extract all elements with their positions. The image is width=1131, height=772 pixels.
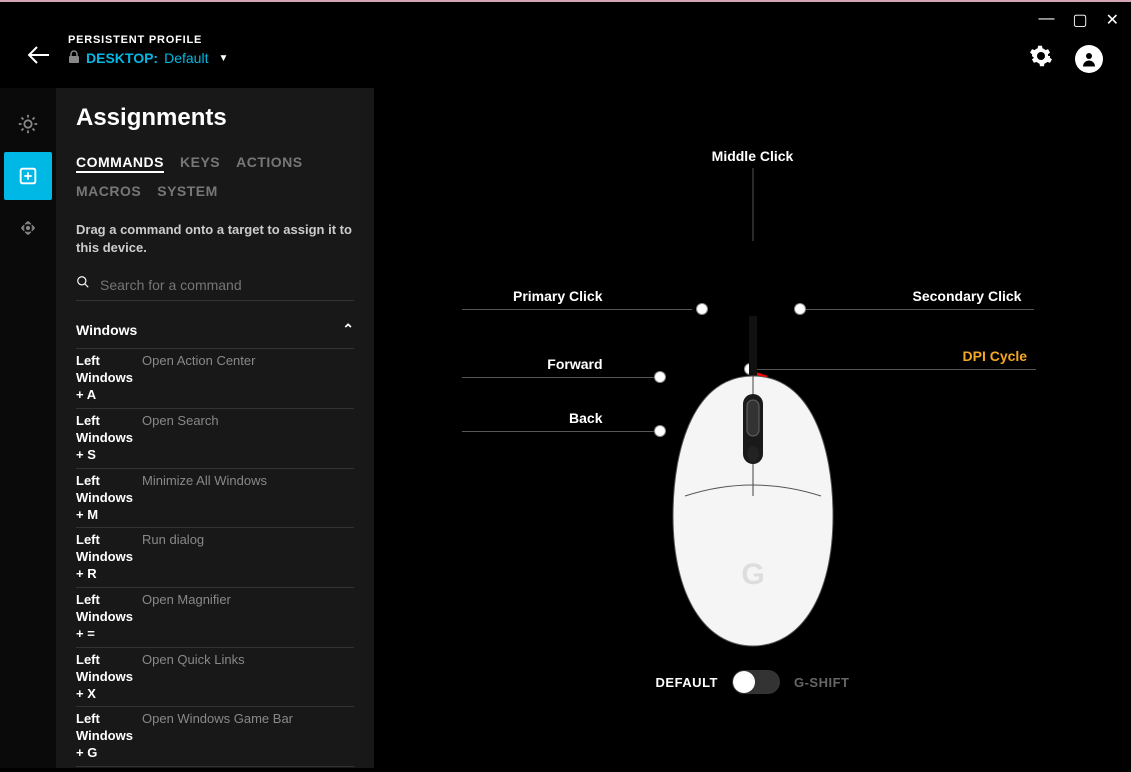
label-back: Back [569,410,602,426]
label-secondary-click: Secondary Click [913,288,1022,304]
label-middle-click: Middle Click [712,148,794,164]
command-item[interactable]: Left WHide/Show [76,767,354,768]
label-dpi: DPI Cycle [963,348,1028,364]
assignments-panel: Assignments COMMANDS KEYS ACTIONS MACROS… [56,88,374,768]
assignments-mode-button[interactable] [4,152,52,200]
label-forward: Forward [547,356,602,372]
window-controls: — ▢ ✕ [1038,10,1119,30]
back-arrow-icon[interactable] [28,44,50,70]
maximize-button[interactable]: ▢ [1072,10,1087,30]
svg-text:G: G [741,558,764,591]
device-view: Middle Click Primary Click Secondary Cli… [374,88,1131,768]
mode-rail [0,88,56,768]
lock-icon [68,50,80,67]
panel-title: Assignments [76,104,354,132]
gshift-toggle[interactable] [732,670,780,694]
minimize-button[interactable]: — [1038,10,1054,30]
toggle-label-gshift: G-SHIFT [794,675,850,690]
category-label: Windows [76,322,137,338]
tab-system[interactable]: SYSTEM [157,183,218,199]
chevron-up-icon: ⌃ [342,321,354,338]
tab-keys[interactable]: KEYS [180,154,220,173]
category-windows[interactable]: Windows ⌃ [76,321,354,338]
settings-icon[interactable] [1029,44,1053,74]
command-item[interactable]: Left Windows + RRun dialog [76,528,354,588]
tab-commands[interactable]: COMMANDS [76,154,164,173]
profile-name: Default [164,50,208,66]
tab-actions[interactable]: ACTIONS [236,154,303,173]
lighting-mode-button[interactable] [4,100,52,148]
mouse-illustration: G [655,316,851,661]
search-input[interactable] [100,277,354,293]
command-list: Left Windows + AOpen Action Center Left … [76,348,354,768]
account-avatar[interactable] [1075,45,1103,73]
command-item[interactable]: Left Windows + =Open Magnifier [76,588,354,648]
command-item[interactable]: Left Windows + GOpen Windows Game Bar [76,707,354,767]
command-item[interactable]: Left Windows + SOpen Search [76,409,354,469]
profile-label: PERSISTENT PROFILE [68,34,228,46]
chevron-down-icon: ▼ [218,53,228,64]
command-item[interactable]: Left Windows + XOpen Quick Links [76,648,354,708]
hotspot-primary[interactable] [696,303,708,315]
close-button[interactable]: ✕ [1106,10,1119,30]
toggle-label-default: DEFAULT [656,675,718,690]
drag-hint: Drag a command onto a target to assign i… [76,221,354,257]
header: PERSISTENT PROFILE DESKTOP: Default ▼ [0,2,1131,88]
sensitivity-mode-button[interactable] [4,204,52,252]
command-item[interactable]: Left Windows + MMinimize All Windows [76,469,354,529]
tab-macros[interactable]: MACROS [76,183,141,199]
hotspot-secondary[interactable] [794,303,806,315]
gshift-toggle-row: DEFAULT G-SHIFT [656,670,850,694]
command-item[interactable]: Left Windows + AOpen Action Center [76,349,354,409]
search-icon [76,275,90,294]
profile-desktop-text: DESKTOP: [86,50,158,66]
profile-selector[interactable]: DESKTOP: Default ▼ [68,50,228,67]
label-primary-click: Primary Click [513,288,603,304]
